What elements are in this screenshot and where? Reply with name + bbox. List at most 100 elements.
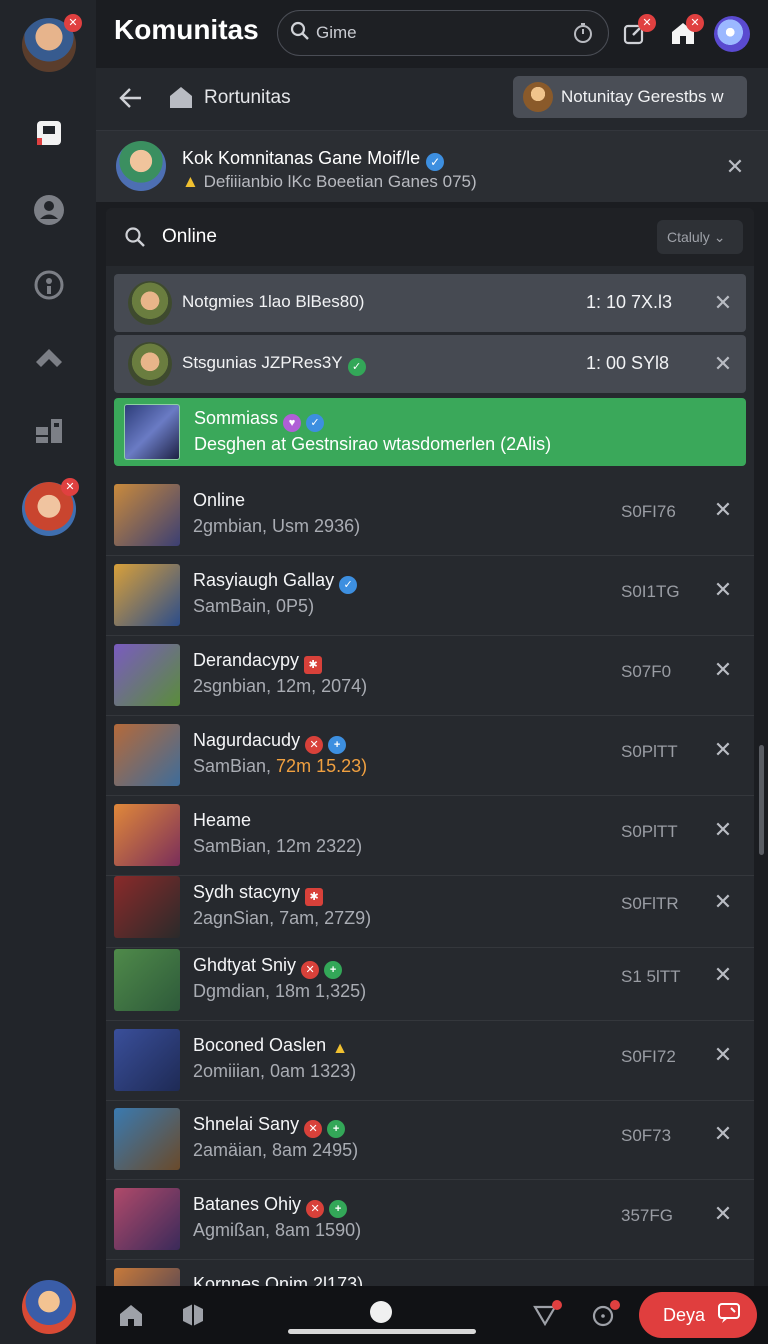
request-time: 1: 00 SYl8	[586, 353, 670, 373]
close-icon[interactable]: ✕	[720, 152, 750, 182]
list-item[interactable]: Ghdtyat Sniy ✕ + Dgmdian, 18m 1,325) S1 5l…	[106, 941, 754, 1021]
panel-search-bar[interactable]: Online Ctaluly ⌄	[106, 208, 754, 266]
house-badge: ✕	[686, 14, 704, 32]
top-bar: Komunitas ✕ ✕	[96, 0, 768, 68]
chevron-down-icon: ⌄	[713, 229, 726, 245]
home-icon[interactable]	[116, 1300, 146, 1330]
request-avatar	[128, 281, 172, 325]
close-icon[interactable]: ✕	[708, 1119, 738, 1149]
game-thumbnail	[114, 484, 180, 546]
item-subtitle: 2omiiian, 0am 1323)	[193, 1061, 357, 1081]
groups-icon[interactable]	[30, 266, 68, 304]
member-name: Sommiass ♥ ✓	[194, 408, 325, 432]
close-icon[interactable]: ✕	[708, 288, 738, 318]
back-arrow-icon[interactable]	[118, 85, 144, 116]
item-name: Derandacypy ✱	[193, 650, 323, 674]
highlighted-member[interactable]: Sommiass ♥ ✓ Desghen at Gestnsirao wtasdom…	[114, 398, 746, 466]
list-item[interactable]: Heame SamBian, 12m 2322) S0PlTT ✕	[106, 796, 754, 876]
close-icon[interactable]: ✕	[708, 349, 738, 379]
search-input[interactable]	[316, 23, 546, 43]
game-thumbnail	[114, 1188, 180, 1250]
request-avatar	[128, 342, 172, 386]
member-thumbnail	[124, 404, 180, 460]
message-icon	[717, 1302, 741, 1329]
item-name: Sydh stacyny ✱	[193, 882, 324, 906]
request-row[interactable]: Stsgunias JZPRes3Y ✓ 1: 00 SYl8 ✕	[114, 335, 746, 393]
request-row[interactable]: Notgmies 1lao BlBes80) 1: 10 7X.l3 ✕	[114, 274, 746, 332]
item-name: Ghdtyat Sniy ✕ +	[193, 955, 343, 979]
heart-icon: ♥	[283, 414, 302, 432]
item-code: S07F0	[621, 662, 672, 681]
list-item[interactable]: Boconed Oaslen ▲ 2omiiian, 0am 1323) S0FI…	[106, 1021, 754, 1101]
plus-icon: +	[324, 961, 343, 979]
list-item[interactable]: Online 2gmbian, Usm 2936) S0FI76 ✕	[106, 476, 754, 556]
list-item[interactable]: Nagurdacudy ✕ + SamBian, 72m 15.23) S0PlTT…	[106, 716, 754, 796]
home-indicator-bar[interactable]	[288, 1329, 476, 1334]
list-item[interactable]: Rasyiaugh Gallay ✓ SamBain, 0P5) S0I1TG ✕	[106, 556, 754, 636]
cube-icon[interactable]	[178, 1300, 208, 1330]
community-chip[interactable]: Notunitay Gerestbs w	[513, 76, 747, 118]
game-thumbnail	[114, 804, 180, 866]
list-item[interactable]: Batanes Ohiy ✕ + Agmißan, 8am 1590) 357FG …	[106, 1180, 754, 1260]
warning-icon: ▲	[332, 1040, 349, 1057]
close-icon[interactable]: ✕	[708, 815, 738, 845]
search-icon	[124, 226, 146, 253]
item-subtitle: SamBian, 12m 2322)	[193, 836, 363, 856]
apps-icon[interactable]	[30, 412, 68, 450]
search-field[interactable]	[277, 10, 609, 56]
community-subtitle: ▲ Defiiianbio lKc Boeetian Ganes 075)	[182, 172, 477, 191]
game-thumbnail	[114, 949, 180, 1011]
category-dropdown[interactable]: Ctaluly ⌄	[657, 220, 743, 254]
list-item[interactable]: Kornnes Onim 2l173)	[106, 1260, 754, 1288]
profile-icon[interactable]	[30, 191, 68, 229]
list-item[interactable]: Derandacypy ✱ 2sgnbian, 12m, 2074) S07F0 …	[106, 636, 754, 716]
item-name: Batanes Ohiy ✕ +	[193, 1194, 348, 1218]
item-code: S0F73	[621, 1126, 672, 1145]
close-icon[interactable]: ✕	[708, 575, 738, 605]
x-badge-icon: ✕	[305, 736, 324, 754]
panel-search-label: Online	[162, 226, 217, 247]
member-panel: Online Ctaluly ⌄ Notgmies 1lao BlBes80) …	[106, 208, 754, 1288]
item-name: Rasyiaugh Gallay ✓	[193, 570, 358, 594]
timer-icon[interactable]	[572, 22, 594, 49]
member-status: Desghen at Gestnsirao wtasdomerlen (2Ali…	[194, 434, 552, 454]
close-icon[interactable]: ✕	[708, 735, 738, 765]
chat-icon[interactable]	[30, 114, 68, 152]
close-icon[interactable]: ✕	[708, 1199, 738, 1229]
page-title: Rortunitas	[204, 87, 291, 108]
x-badge-icon: ✕	[306, 1200, 325, 1218]
scrollbar[interactable]	[759, 745, 764, 855]
close-icon[interactable]: ✕	[708, 655, 738, 685]
close-icon[interactable]: ✕	[708, 887, 738, 917]
list-item[interactable]: Sydh stacyny ✱ 2agnSian, 7am, 27Z9) S0FlT…	[106, 868, 754, 948]
item-subtitle: 2amäian, 8am 2495)	[193, 1140, 359, 1160]
item-name: Boconed Oaslen ▲	[193, 1035, 349, 1057]
game-thumbnail	[114, 876, 180, 938]
item-code: S0PlTT	[621, 742, 678, 761]
item-code: S0FlTR	[621, 894, 679, 913]
nav-bar: Rortunitas Notunitay Gerestbs w	[96, 68, 768, 130]
alert-badge	[610, 1300, 620, 1310]
item-subtitle: SamBian, 72m 15.23)	[193, 756, 368, 776]
verified-icon: ✓	[339, 576, 358, 594]
profile-orb-avatar[interactable]	[714, 16, 750, 52]
community-avatar	[116, 141, 166, 191]
chip-avatar	[523, 82, 553, 112]
close-icon[interactable]: ✕	[708, 960, 738, 990]
home-indicator-dot[interactable]	[370, 1301, 392, 1323]
deya-button[interactable]: Deya	[639, 1292, 757, 1338]
notification-badge: ✕	[64, 14, 82, 32]
community-header: Kok Komnitanas Gane Moif/le ✓ ▲ Defiiianb…	[96, 130, 768, 202]
game-avatar[interactable]	[22, 1280, 76, 1334]
game-thumbnail	[114, 1108, 180, 1170]
close-icon[interactable]: ✕	[708, 1040, 738, 1070]
home-icon[interactable]	[30, 339, 68, 377]
close-icon[interactable]: ✕	[708, 495, 738, 525]
game-thumbnail	[114, 1029, 180, 1091]
friend-badge: ✕	[61, 478, 79, 496]
home-breadcrumb-icon[interactable]	[168, 84, 194, 115]
plus-icon: +	[329, 1200, 348, 1218]
x-badge-icon: ✕	[301, 961, 320, 979]
flag-icon: ✱	[304, 656, 323, 674]
list-item[interactable]: Shnelai Sany ✕ + 2amäian, 8am 2495) S0F73 …	[106, 1100, 754, 1180]
